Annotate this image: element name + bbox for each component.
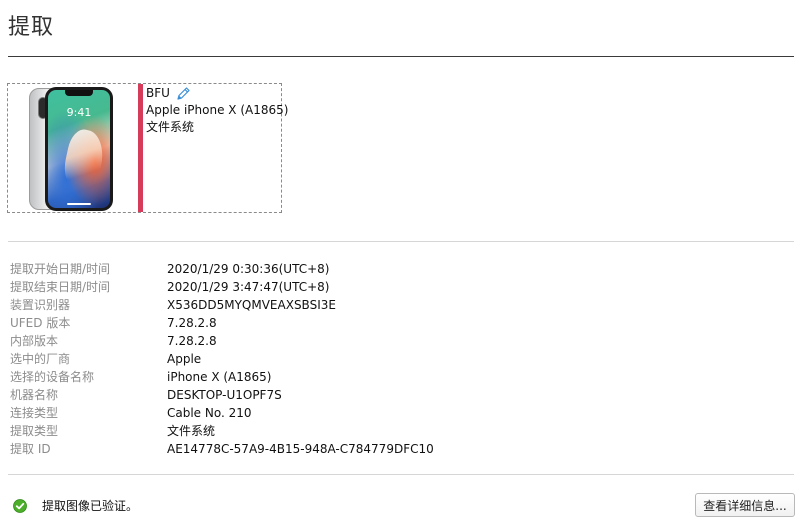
pencil-icon[interactable]: [175, 86, 191, 102]
detail-label: 内部版本: [10, 334, 59, 348]
wallpaper-swoosh: [60, 126, 108, 194]
detail-label: 选中的厂商: [10, 352, 71, 366]
phone-notch: [65, 90, 93, 96]
detail-value: X536DD5MYQMVEAXSBSI3E: [167, 298, 336, 312]
device-accent-bar: [138, 84, 143, 212]
detail-label: 机器名称: [10, 388, 59, 402]
page-title: 提取: [8, 15, 55, 40]
detail-label: 提取开始日期/时间: [10, 262, 111, 276]
device-card: 9:41 BFU Apple iPhone X (A1865) 文件系统: [7, 83, 288, 213]
detail-value: Apple: [167, 352, 202, 366]
section-divider: [8, 474, 794, 475]
check-circle-icon: [13, 498, 27, 513]
phone-screen-time: 9:41: [66, 106, 92, 119]
detail-label: 选择的设备名称: [10, 370, 95, 384]
section-divider: [8, 241, 794, 242]
detail-value: 文件系统: [167, 424, 216, 438]
detail-value: 7.28.2.8: [167, 316, 217, 330]
detail-value: AE14778C-57A9-4B15-948A-C784779DFC10: [167, 442, 434, 456]
view-details-button[interactable]: 查看详细信息...: [695, 493, 795, 517]
detail-value: 2020/1/29 3:47:47(UTC+8): [167, 280, 330, 294]
device-mode: BFU: [146, 86, 170, 100]
detail-label: 提取类型: [10, 424, 59, 438]
phone-front: 9:41: [45, 87, 113, 211]
detail-value: iPhone X (A1865): [167, 370, 272, 384]
detail-value: Cable No. 210: [167, 406, 252, 420]
title-divider: [8, 56, 794, 57]
device-type: 文件系统: [146, 120, 195, 134]
detail-label: 连接类型: [10, 406, 59, 420]
device-image: 9:41: [29, 87, 141, 211]
detail-value: DESKTOP-U1OPF7S: [167, 388, 282, 402]
detail-label: 提取结束日期/时间: [10, 280, 111, 294]
detail-label: UFED 版本: [10, 316, 71, 330]
verification-status: 提取图像已验证。: [42, 499, 139, 513]
device-model: Apple iPhone X (A1865): [146, 103, 289, 117]
phone-screen: 9:41: [48, 90, 110, 208]
detail-value: 2020/1/29 0:30:36(UTC+8): [167, 262, 330, 276]
detail-label: 装置识别器: [10, 298, 71, 312]
home-indicator: [67, 203, 91, 205]
device-info: BFU Apple iPhone X (A1865) 文件系统: [146, 85, 288, 136]
detail-value: 7.28.2.8: [167, 334, 217, 348]
detail-label: 提取 ID: [10, 442, 51, 456]
